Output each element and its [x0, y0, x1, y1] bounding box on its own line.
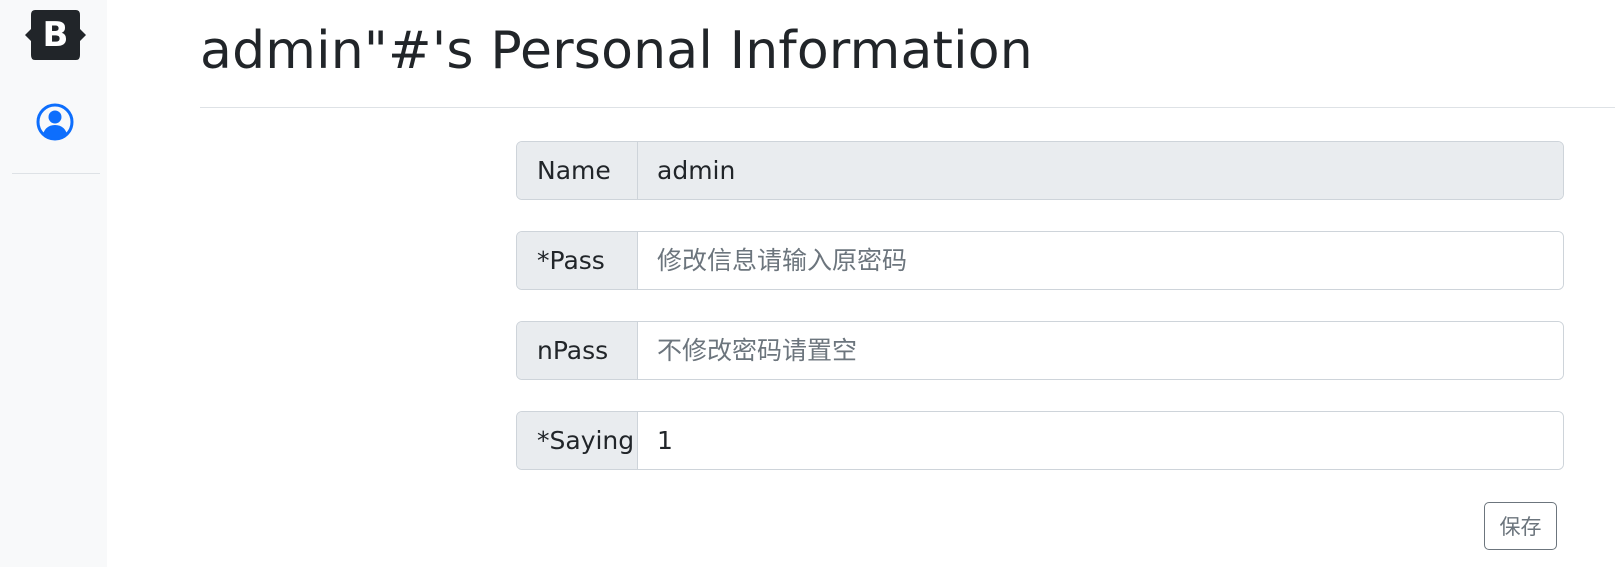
bootstrap-logo-icon[interactable]: B — [25, 10, 86, 60]
title-divider — [200, 107, 1615, 108]
pass-input-group: *Pass — [516, 231, 1564, 290]
npass-label: nPass — [517, 322, 638, 379]
save-button[interactable]: 保存 — [1484, 502, 1557, 550]
person-circle-icon[interactable] — [36, 103, 74, 141]
sidebar-divider — [12, 173, 100, 174]
npass-input-group: nPass — [516, 321, 1564, 380]
name-input-group: Name — [516, 141, 1564, 200]
pass-field[interactable] — [638, 232, 1563, 289]
pass-label: *Pass — [517, 232, 638, 289]
saying-input-group: *Saying — [516, 411, 1564, 470]
npass-field[interactable] — [638, 322, 1563, 379]
sidebar: B — [0, 0, 107, 567]
page-title: admin"#'s Personal Information — [200, 21, 1033, 81]
saying-label: *Saying — [517, 412, 638, 469]
name-label: Name — [517, 142, 638, 199]
saying-field[interactable] — [638, 412, 1563, 469]
brand-letter: B — [43, 15, 69, 55]
name-field[interactable] — [638, 142, 1563, 199]
